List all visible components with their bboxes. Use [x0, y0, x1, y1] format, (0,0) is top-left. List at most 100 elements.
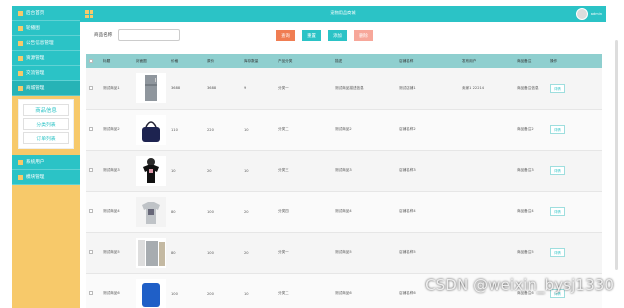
top-bar: 宠物用品商城 admin [80, 6, 606, 22]
table-row: 测试商品4 80 100 20 分类四 测试商品4 店铺名称4 商品备注4 详情 [86, 191, 602, 233]
sidebar-item-label: 商城管理 [26, 86, 45, 91]
row-checkbox[interactable] [86, 273, 100, 308]
table-header-row: 标题 封面图 价格 原价 库存数量 产品分类 描述 店铺名称 发布用户 商品备注… [86, 54, 602, 68]
cell-category: 分类一 [275, 68, 332, 110]
column-header: 库存数量 [241, 54, 275, 68]
cell-image [133, 191, 168, 233]
cell-action: 详情 [547, 232, 602, 274]
cell-category: 分类一 [275, 232, 332, 274]
cell-note: 商品备注2 [514, 109, 547, 151]
sidebar-submenu: 商品信息 分类列表 订单列表 [18, 99, 74, 149]
cell-image [133, 68, 168, 110]
cell-shop: 测试店铺1 [396, 68, 459, 110]
cell-note: 商品备注5 [514, 232, 547, 274]
cell-note: 商品备注4 [514, 191, 547, 233]
sidebar-item-carousel[interactable]: 轮播图 [12, 21, 80, 36]
table-row: 测试商品3 10 20 10 分类三 测试商品3 店铺名称3 商品备注3 详情 [86, 150, 602, 192]
cell-action: 详情 [547, 68, 602, 110]
cell-shop: 店铺名称2 [396, 109, 459, 151]
row-checkbox[interactable] [86, 191, 100, 233]
submenu-item-goods[interactable]: 商品信息 [23, 104, 69, 116]
row-checkbox[interactable] [86, 150, 100, 192]
cell-description: 测试商品6 [332, 273, 396, 308]
sidebar-item-label: 模块管理 [26, 175, 45, 180]
cell-description: 测试商品4 [332, 191, 396, 233]
sidebar-item-home[interactable]: 后台首页 [12, 6, 80, 21]
sidebar-item-forum[interactable]: 交流管理 [12, 66, 80, 81]
cell-title: 测试商品5 [100, 232, 133, 274]
row-checkbox[interactable] [86, 232, 100, 274]
row-checkbox[interactable] [86, 68, 100, 110]
avatar[interactable] [576, 8, 588, 20]
cell-original-price: 3688 [204, 68, 241, 110]
cell-image [133, 109, 168, 151]
chat-icon [18, 70, 23, 76]
user-icon [18, 159, 23, 165]
username[interactable]: admin [591, 12, 602, 16]
cell-stock: 20 [241, 232, 275, 274]
scrollbar[interactable] [615, 40, 618, 270]
module-icon [18, 174, 23, 180]
cell-note: 商品备注3 [514, 150, 547, 192]
cell-shop: 店铺名称3 [396, 150, 459, 192]
notice-icon [18, 40, 23, 46]
page-title: 宠物用品商城 [330, 10, 356, 15]
cell-price: 10 [168, 150, 204, 192]
sidebar-item-label: 轮播图 [26, 26, 40, 31]
detail-button[interactable]: 详情 [550, 166, 565, 175]
select-all-checkbox[interactable] [86, 54, 100, 68]
goods-table: 标题 封面图 价格 原价 库存数量 产品分类 描述 店铺名称 发布用户 商品备注… [86, 54, 602, 308]
submenu-item-category[interactable]: 分类列表 [23, 118, 69, 130]
delete-button[interactable]: 删除 [354, 30, 373, 41]
sidebar-item-mall[interactable]: 商城管理 [12, 81, 80, 96]
detail-button[interactable]: 详情 [550, 248, 565, 257]
detail-button[interactable]: 详情 [550, 125, 565, 134]
cell-shop: 店铺名称5 [396, 232, 459, 274]
cell-image [133, 273, 168, 308]
image-icon [18, 25, 23, 31]
cell-user [459, 150, 514, 192]
cell-stock: 10 [241, 273, 275, 308]
column-header: 店铺名称 [396, 54, 459, 68]
cell-category: 分类二 [275, 109, 332, 151]
sidebar-item-label: 交流管理 [26, 71, 45, 76]
app-root: 后台首页 轮播图 公告信息管理 资源管理 交流管理 商城管理 商品信息 分类列表… [0, 0, 624, 308]
search-input[interactable] [118, 29, 180, 41]
submenu-item-orders[interactable]: 订单列表 [23, 132, 69, 144]
sidebar-item-modules[interactable]: 模块管理 [12, 170, 80, 185]
search-label: 商品名称 [94, 33, 113, 38]
cell-original-price: 20 [204, 150, 241, 192]
cell-category: 分类四 [275, 191, 332, 233]
column-header: 标题 [100, 54, 133, 68]
detail-button[interactable]: 详情 [550, 207, 565, 216]
row-checkbox[interactable] [86, 109, 100, 151]
add-button[interactable]: 添加 [328, 30, 347, 41]
search-button[interactable]: 查询 [276, 30, 295, 41]
reset-button[interactable]: 重置 [302, 30, 321, 41]
cell-original-price: 220 [204, 109, 241, 151]
sidebar-item-notice[interactable]: 公告信息管理 [12, 36, 80, 51]
cell-original-price: 100 [204, 232, 241, 274]
cell-description: 测试商品5 [332, 232, 396, 274]
cell-shop: 店铺名称4 [396, 191, 459, 233]
cell-stock: 10 [241, 109, 275, 151]
column-header: 商品备注 [514, 54, 547, 68]
cell-title: 测试商品6 [100, 273, 133, 308]
watermark: CSDN @weixin_bysj1330 [425, 276, 614, 294]
cell-image [133, 232, 168, 274]
cell-price: 100 [168, 273, 204, 308]
column-header: 原价 [204, 54, 241, 68]
cell-action: 详情 [547, 150, 602, 192]
cell-description: 测试商品2 [332, 109, 396, 151]
cell-stock: 10 [241, 150, 275, 192]
sidebar-item-resource[interactable]: 资源管理 [12, 51, 80, 66]
cell-user [459, 191, 514, 233]
cell-user [459, 232, 514, 274]
cell-price: 80 [168, 232, 204, 274]
cell-price: 110 [168, 109, 204, 151]
detail-button[interactable]: 详情 [550, 83, 565, 93]
cell-original-price: 200 [204, 273, 241, 308]
sidebar-item-users[interactable]: 系统用户 [12, 155, 80, 170]
cell-image [133, 150, 168, 192]
cell-category: 分类三 [275, 150, 332, 192]
